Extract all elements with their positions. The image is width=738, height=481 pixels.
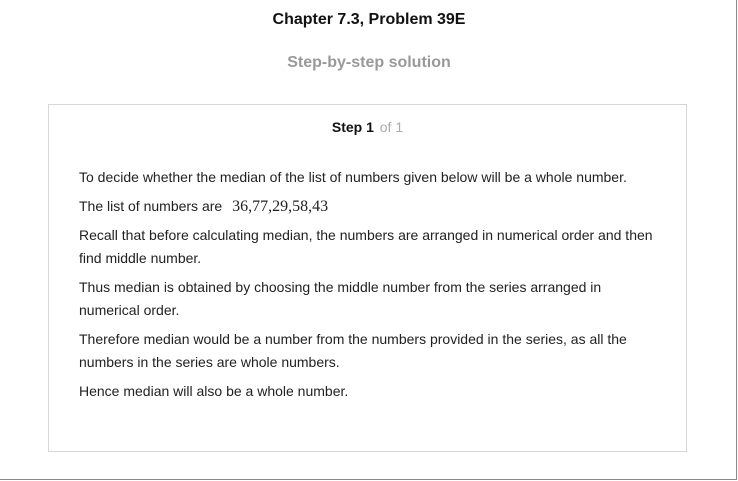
paragraph-median-definition: Thus median is obtained by choosing the … <box>79 279 602 318</box>
paragraph-reasoning: Therefore median would be a number from … <box>79 331 627 370</box>
paragraph-recall: Recall that before calculating median, t… <box>79 227 653 266</box>
step-card: Step 1 of 1 To decide whether the median… <box>48 104 687 452</box>
number-list-label: The list of numbers are <box>79 198 223 214</box>
solution-subtitle: Step-by-step solution <box>287 54 451 71</box>
chapter-title: Chapter 7.3, Problem 39E <box>272 11 466 28</box>
paragraph-conclusion: Hence median will also be a whole number… <box>79 383 349 399</box>
step-count: of 1 <box>379 119 404 135</box>
paragraph-number-list: The list of numbers are 36,77,29,58,43 <box>79 195 659 218</box>
step-body: To decide whether the median of the list… <box>79 166 659 409</box>
number-list-values: 36,77,29,58,43 <box>232 198 329 215</box>
step-label: Step 1 <box>331 119 374 135</box>
step-header: Step 1 of 1 <box>49 119 686 135</box>
paragraph-intro: To decide whether the median of the list… <box>79 169 627 185</box>
